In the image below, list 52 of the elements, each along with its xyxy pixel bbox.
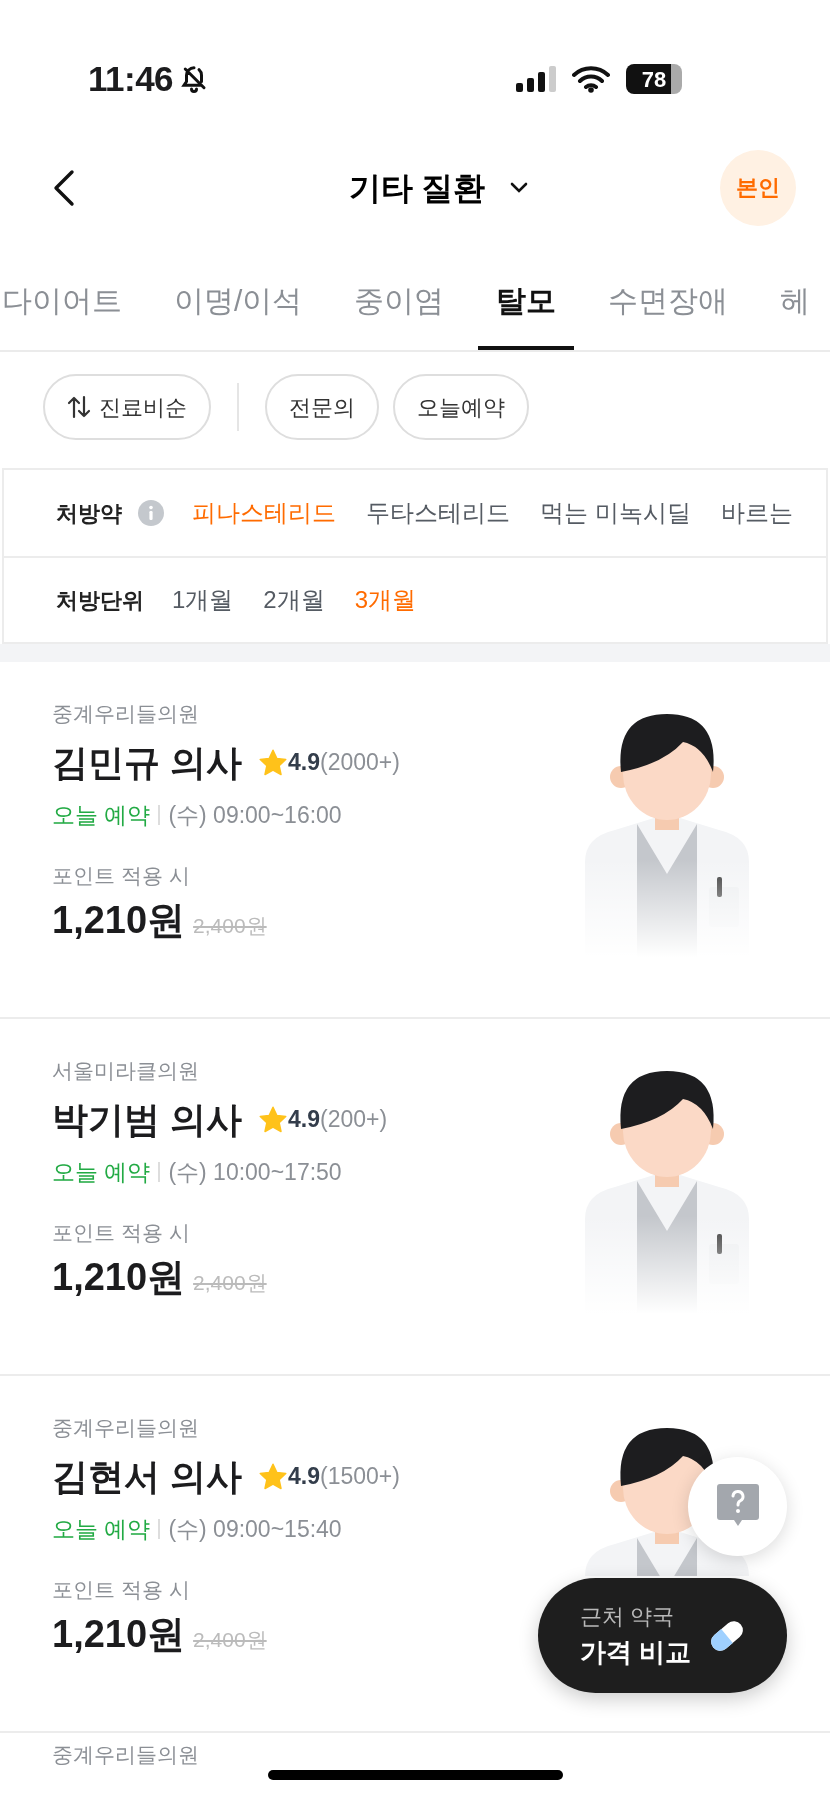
option-tab[interactable]: 바르는 — [720, 495, 793, 531]
category-title: 기타 질환 — [348, 168, 486, 208]
battery-indicator: 78 — [626, 64, 682, 94]
opening-hours: (수) 09:00~15:40 — [168, 1514, 342, 1544]
original-price: 2,400원 — [193, 1626, 267, 1653]
price-caption: 포인트 적용 시 — [52, 1577, 191, 1603]
clock-time: 11:46 — [88, 57, 174, 100]
pharmacy-compare-button[interactable]: 근처 약국 가격 비교 — [538, 1578, 787, 1693]
original-price: 2,400원 — [193, 1269, 267, 1296]
booking-status: 오늘 예약 — [52, 1157, 151, 1187]
discounted-price: 1,210원 — [52, 897, 186, 943]
opening-hours: (수) 10:00~17:50 — [168, 1157, 342, 1187]
booking-status: 오늘 예약 — [52, 800, 151, 830]
star-icon — [258, 1461, 288, 1492]
option-tab[interactable]: 두타스테리드 — [366, 495, 510, 531]
booking-status: 오늘 예약 — [52, 1514, 151, 1544]
price-caption: 포인트 적용 시 — [52, 1220, 191, 1246]
clinic-name: 중계우리들의원 — [52, 1415, 200, 1441]
chevron-down-icon — [509, 180, 530, 195]
filter-chip[interactable]: 전문의 — [265, 374, 379, 440]
original-price: 2,400원 — [193, 912, 267, 939]
option-tab[interactable]: 2개월 — [263, 582, 325, 618]
info-icon[interactable] — [138, 500, 164, 526]
doctor-name: 김현서 의사 — [52, 1454, 242, 1499]
filter-label: 처방단위 — [56, 586, 144, 615]
wifi-icon — [572, 65, 610, 93]
clinic-name: 중계우리들의원 — [52, 701, 200, 727]
star-icon — [258, 1104, 288, 1135]
star-icon — [258, 747, 288, 778]
discounted-price: 1,210원 — [52, 1611, 186, 1657]
doctor-name: 김민규 의사 — [52, 740, 242, 785]
discounted-price: 1,210원 — [52, 1254, 186, 1300]
sort-icon — [67, 394, 91, 420]
filter-label: 처방약 — [56, 499, 122, 528]
doctor-name: 박기범 의사 — [52, 1097, 242, 1142]
clinic-name: 중계우리들의원 — [52, 1743, 199, 1766]
price-caption: 포인트 적용 시 — [52, 863, 191, 889]
filter-chip[interactable]: 오늘예약 — [393, 374, 529, 440]
signal-icon — [516, 66, 556, 92]
opening-hours: (수) 09:00~16:00 — [168, 800, 342, 830]
sort-button[interactable]: 진료비순 — [43, 374, 211, 440]
rating-score: 4.9 — [288, 1462, 320, 1492]
option-tab[interactable]: 1개월 — [172, 582, 234, 618]
rating-score: 4.9 — [288, 748, 320, 778]
review-count: (2000+) — [320, 748, 400, 778]
review-count: (200+) — [320, 1105, 388, 1135]
review-count: (1500+) — [320, 1462, 400, 1492]
rating-score: 4.9 — [288, 1105, 320, 1135]
category-tab[interactable]: 탈모 — [478, 255, 575, 350]
category-dropdown[interactable]: 기타 질환 — [348, 163, 530, 212]
clinic-name: 서울미라클의원 — [52, 1058, 200, 1084]
option-tab[interactable]: 먹는 미녹시딜 — [540, 495, 691, 531]
